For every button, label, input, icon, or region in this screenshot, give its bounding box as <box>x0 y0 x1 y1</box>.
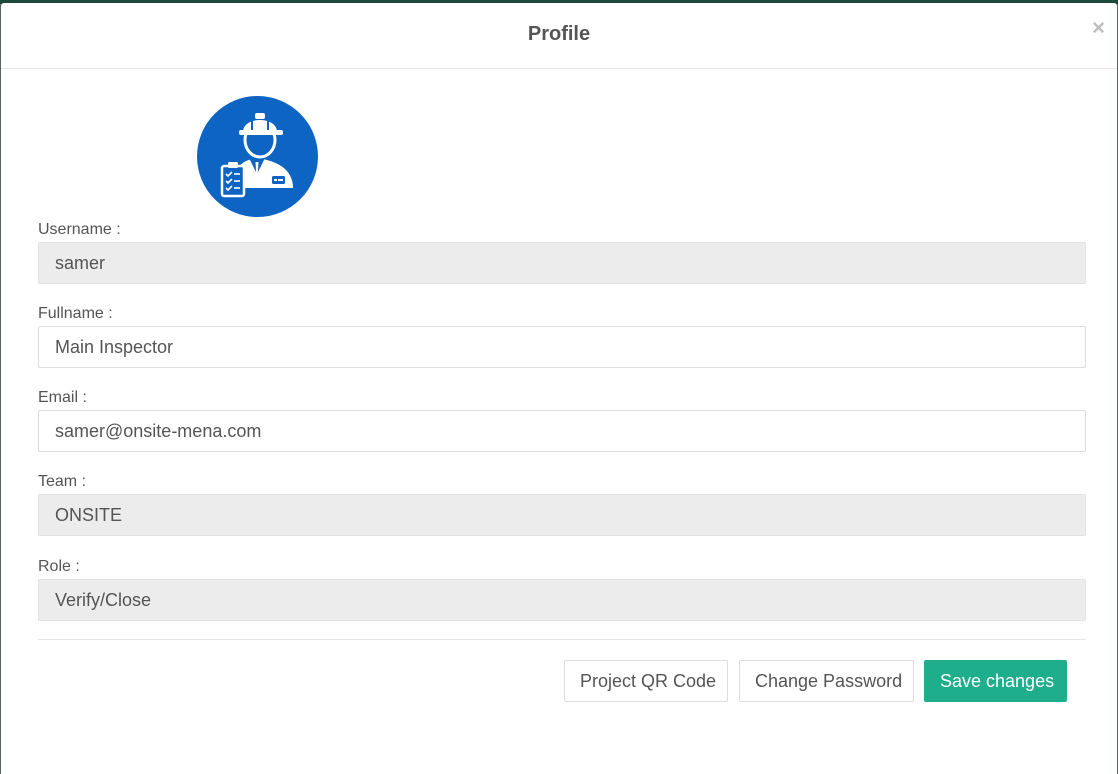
save-changes-button[interactable]: Save changes <box>924 660 1067 702</box>
modal-title: Profile <box>527 23 591 45</box>
username-label: Username : <box>38 221 121 238</box>
fullname-label: Fullname : <box>38 305 113 322</box>
role-label: Role : <box>38 558 80 575</box>
profile-modal: Profile × Username: samer Fullname: Ma… <box>1 3 1117 774</box>
email-field[interactable]: samer@onsite-mena.com <box>38 410 1086 452</box>
email-label: Email : <box>38 389 87 406</box>
modal-header: Profile × <box>1 3 1117 69</box>
inspector-avatar-icon <box>197 96 318 217</box>
footer-divider <box>38 639 1086 640</box>
change-password-button[interactable]: Change Password <box>739 660 914 702</box>
project-qr-code-button[interactable]: Project QR Code <box>564 660 728 702</box>
team-label: Team : <box>38 473 87 490</box>
role-field: Verify/Close <box>38 579 1086 621</box>
close-icon[interactable]: × <box>1092 17 1105 39</box>
username-field: samer <box>38 242 1086 284</box>
fullname-field[interactable]: Main Inspector <box>38 326 1086 368</box>
team-field: ONSITE <box>38 494 1086 536</box>
